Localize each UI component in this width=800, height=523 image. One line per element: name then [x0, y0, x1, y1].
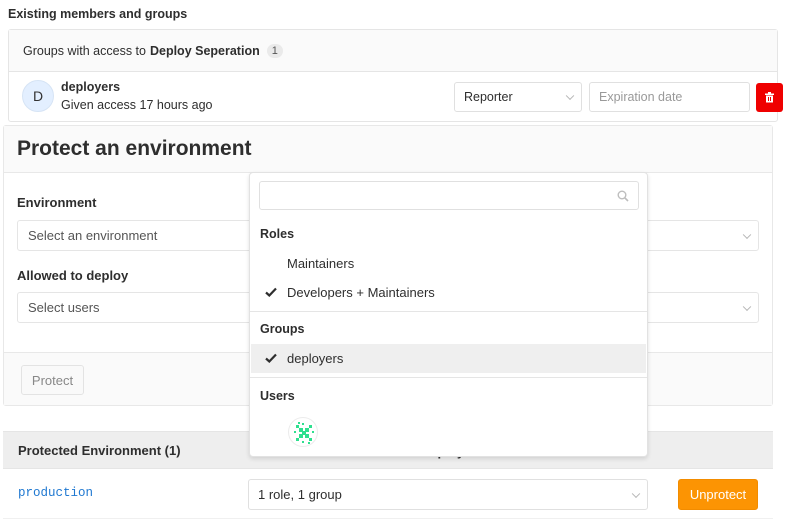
protected-environments-title: Protected Environment (1): [18, 442, 181, 458]
role-option-maintainers[interactable]: Maintainers: [251, 249, 646, 278]
users-section-label: Users: [260, 389, 295, 403]
members-count-badge: 1: [266, 43, 283, 58]
identicon-avatar-icon: [294, 422, 314, 444]
check-icon: [265, 287, 277, 297]
member-row: D deployers Given access 17 hours ago Re…: [9, 72, 783, 122]
expiration-date-input[interactable]: Expiration date: [589, 82, 750, 112]
members-card-header: Groups with access to Deploy Seperation …: [9, 30, 777, 72]
access-level-select[interactable]: 1 role, 1 group: [248, 479, 648, 510]
user-option-avatar[interactable]: [288, 417, 318, 447]
group-option-deployers[interactable]: deployers: [251, 344, 646, 373]
members-header-prefix: Groups with access to: [23, 43, 146, 58]
environment-link[interactable]: production: [18, 486, 93, 500]
check-icon: [265, 353, 277, 363]
trash-icon: [765, 92, 774, 103]
dropdown-search-input[interactable]: [259, 181, 639, 210]
allowed-to-deploy-label: Allowed to deploy: [17, 268, 129, 283]
search-icon: [617, 190, 629, 202]
role-select-value: Reporter: [464, 90, 513, 104]
groups-section-label: Groups: [260, 322, 305, 336]
unprotect-button[interactable]: Unprotect: [678, 479, 758, 510]
roles-section-label: Roles: [260, 227, 295, 241]
member-name[interactable]: deployers: [61, 80, 120, 94]
environment-label: Environment: [17, 195, 97, 210]
protect-button[interactable]: Protect: [21, 365, 84, 395]
role-option-label: Maintainers: [287, 256, 355, 271]
environment-select-placeholder: Select an environment: [28, 228, 158, 243]
chevron-down-icon: [742, 230, 752, 239]
chevron-down-icon: [565, 91, 575, 101]
members-card: Groups with access to Deploy Seperation …: [8, 29, 783, 122]
protected-environment-row: production 1 role, 1 group Unprotect: [3, 469, 773, 519]
chevron-down-icon: [742, 302, 752, 311]
dropdown-divider: [250, 377, 647, 378]
group-avatar: D: [22, 80, 54, 112]
allowed-to-deploy-dropdown: Roles Maintainers Developers + Maintaine…: [249, 172, 648, 457]
role-option-developers-maintainers[interactable]: Developers + Maintainers: [251, 278, 646, 307]
role-option-label: Developers + Maintainers: [287, 285, 435, 300]
members-section-title: Existing members and groups: [8, 7, 188, 21]
protect-environment-title: Protect an environment: [4, 126, 772, 173]
access-level-select-value: 1 role, 1 group: [258, 487, 342, 502]
chevron-down-icon: [631, 489, 641, 498]
group-option-label: deployers: [287, 351, 344, 366]
role-select[interactable]: Reporter: [454, 82, 582, 112]
member-access-time: Given access 17 hours ago: [61, 98, 213, 112]
dropdown-divider: [250, 311, 647, 312]
allowed-to-deploy-placeholder: Select users: [28, 300, 100, 315]
remove-member-button[interactable]: [756, 83, 783, 112]
project-name: Deploy Seperation: [149, 43, 260, 58]
